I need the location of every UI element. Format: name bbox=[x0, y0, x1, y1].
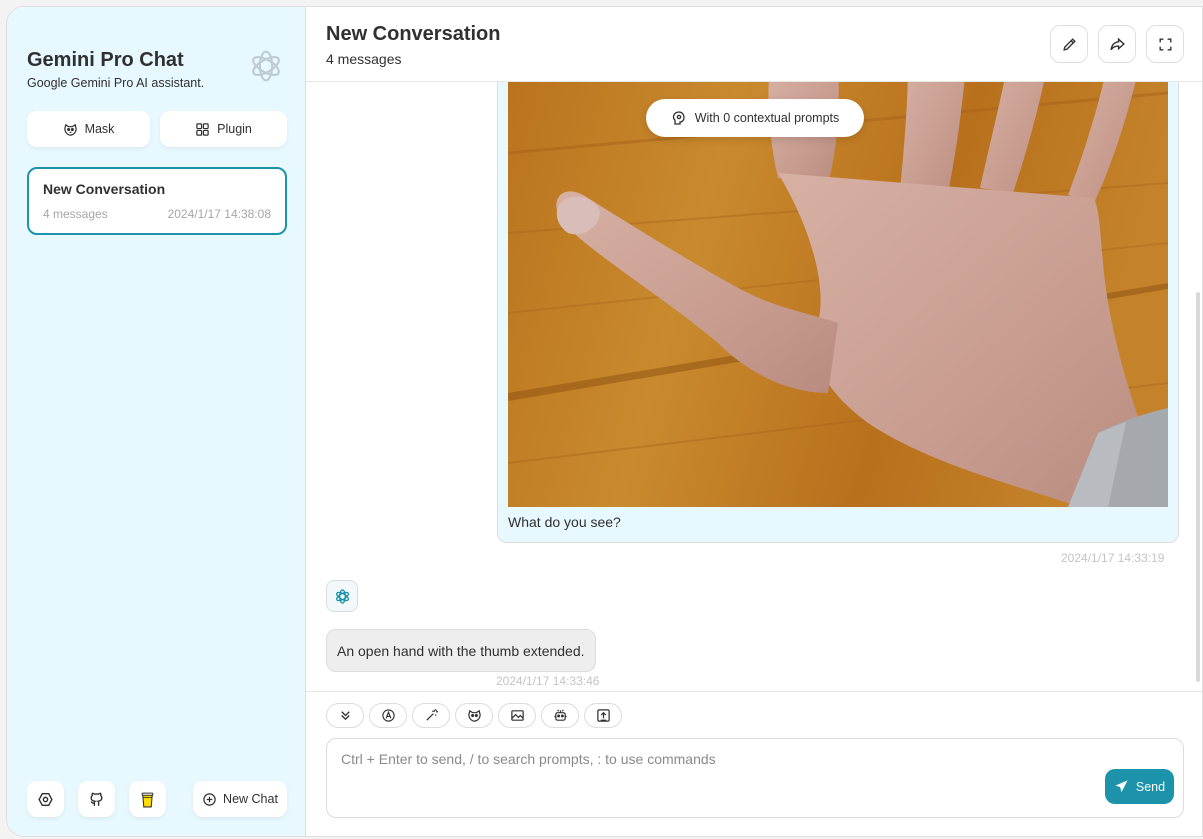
context-prompts-label: With 0 contextual prompts bbox=[694, 111, 840, 125]
user-message: What do you see? bbox=[497, 82, 1179, 543]
coffee-cup-icon bbox=[141, 792, 154, 807]
input-toolbar bbox=[326, 703, 622, 728]
brain-icon bbox=[672, 111, 685, 125]
mask-icon bbox=[467, 709, 481, 722]
openai-logo-icon bbox=[252, 50, 280, 82]
send-icon bbox=[1115, 780, 1128, 793]
user-message-time: 2024/1/17 14:33:19 bbox=[1061, 551, 1165, 565]
chat-item-time: 2024/1/17 14:38:08 bbox=[167, 207, 271, 221]
openai-logo-icon bbox=[335, 588, 349, 604]
rename-button[interactable] bbox=[1050, 25, 1088, 63]
mask-tool-button[interactable] bbox=[455, 703, 493, 728]
github-icon bbox=[90, 792, 103, 806]
hand-photo bbox=[508, 82, 1168, 507]
conversation-message-count: 4 messages bbox=[326, 51, 402, 67]
robot-icon bbox=[553, 709, 567, 721]
assistant-message-text: An open hand with the thumb extended. bbox=[337, 642, 585, 659]
new-chat-button[interactable]: New Chat bbox=[193, 781, 287, 817]
sidebar: Gemini Pro Chat Google Gemini Pro AI ass… bbox=[7, 7, 306, 836]
message-input[interactable] bbox=[327, 739, 1183, 817]
plugin-button-label: Plugin bbox=[217, 122, 252, 136]
prompt-button[interactable] bbox=[412, 703, 450, 728]
chat-input-area: Send bbox=[306, 691, 1202, 836]
robot-button[interactable] bbox=[541, 703, 579, 728]
coffee-button[interactable] bbox=[129, 781, 166, 817]
add-circle-icon bbox=[203, 792, 216, 806]
context-prompts-pill[interactable]: With 0 contextual prompts bbox=[646, 99, 864, 137]
assistant-message-time: 2024/1/17 14:33:46 bbox=[496, 674, 600, 688]
scrollbar[interactable] bbox=[1196, 292, 1200, 682]
chat-item-title: New Conversation bbox=[43, 181, 166, 197]
message-list: With 0 contextual prompts What do you se… bbox=[306, 82, 1202, 691]
send-button[interactable]: Send bbox=[1105, 769, 1174, 804]
scroll-bottom-button[interactable] bbox=[326, 703, 364, 728]
chat-list-item[interactable]: New Conversation 4 messages 2024/1/17 14… bbox=[27, 167, 287, 235]
mask-button-label: Mask bbox=[84, 122, 115, 136]
chevrons-down-icon bbox=[340, 711, 350, 721]
mask-button[interactable]: Mask bbox=[27, 111, 150, 147]
share-icon bbox=[1109, 37, 1125, 50]
send-button-label: Send bbox=[1135, 779, 1166, 794]
app-window: Gemini Pro Chat Google Gemini Pro AI ass… bbox=[6, 6, 1203, 837]
chat-panel: New Conversation 4 messages With 0 conte… bbox=[306, 7, 1202, 836]
chat-item-count: 4 messages bbox=[43, 207, 108, 221]
export-icon bbox=[596, 709, 610, 722]
message-input-box: Send bbox=[326, 738, 1184, 818]
assistant-avatar bbox=[326, 580, 358, 612]
pencil-icon bbox=[1062, 37, 1076, 51]
user-message-text: What do you see? bbox=[508, 514, 621, 530]
assistant-message: An open hand with the thumb extended. bbox=[326, 629, 596, 672]
magic-wand-icon bbox=[425, 708, 438, 721]
fullscreen-button[interactable] bbox=[1146, 25, 1184, 63]
app-title: Gemini Pro Chat bbox=[27, 49, 184, 71]
model-button[interactable] bbox=[369, 703, 407, 728]
chat-header: New Conversation 4 messages bbox=[306, 7, 1202, 82]
github-button[interactable] bbox=[78, 781, 115, 817]
plugin-grid-icon bbox=[196, 122, 209, 136]
app-subtitle: Google Gemini Pro AI assistant. bbox=[27, 76, 205, 90]
conversation-title: New Conversation bbox=[326, 23, 501, 45]
fullscreen-icon bbox=[1158, 37, 1172, 51]
image-upload-button[interactable] bbox=[498, 703, 536, 728]
image-icon bbox=[510, 710, 524, 721]
new-chat-label: New Chat bbox=[223, 792, 278, 806]
export-button[interactable] bbox=[584, 703, 622, 728]
settings-button[interactable] bbox=[27, 781, 64, 817]
share-button[interactable] bbox=[1098, 25, 1136, 63]
settings-icon bbox=[38, 792, 53, 806]
model-icon bbox=[381, 709, 395, 722]
plugin-button[interactable]: Plugin bbox=[160, 111, 287, 147]
mask-icon bbox=[63, 123, 77, 136]
